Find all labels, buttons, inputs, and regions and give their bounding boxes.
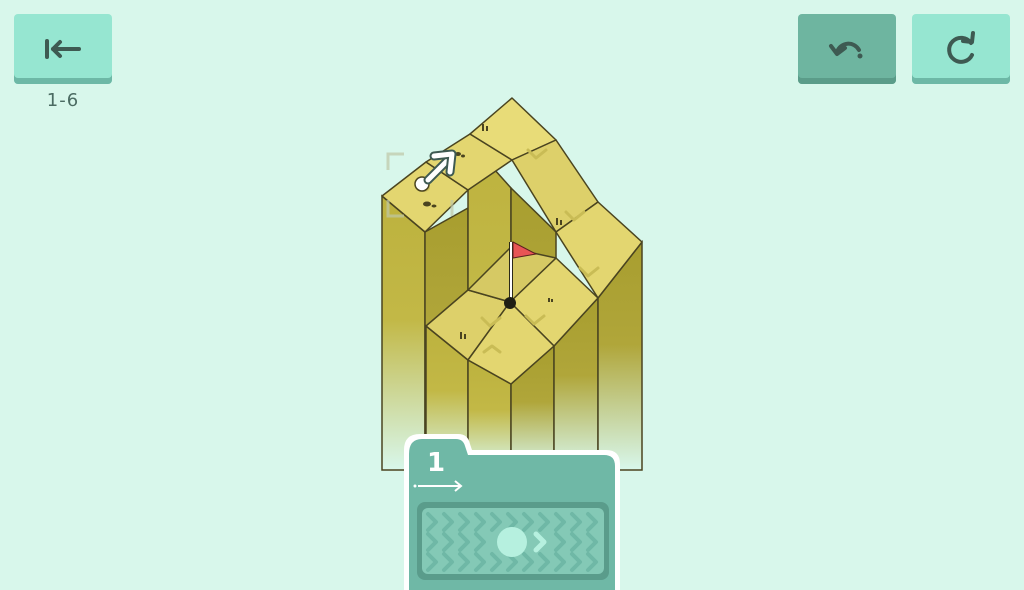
chevron-track-icon [417, 502, 609, 580]
move-count: 1 [427, 448, 446, 478]
